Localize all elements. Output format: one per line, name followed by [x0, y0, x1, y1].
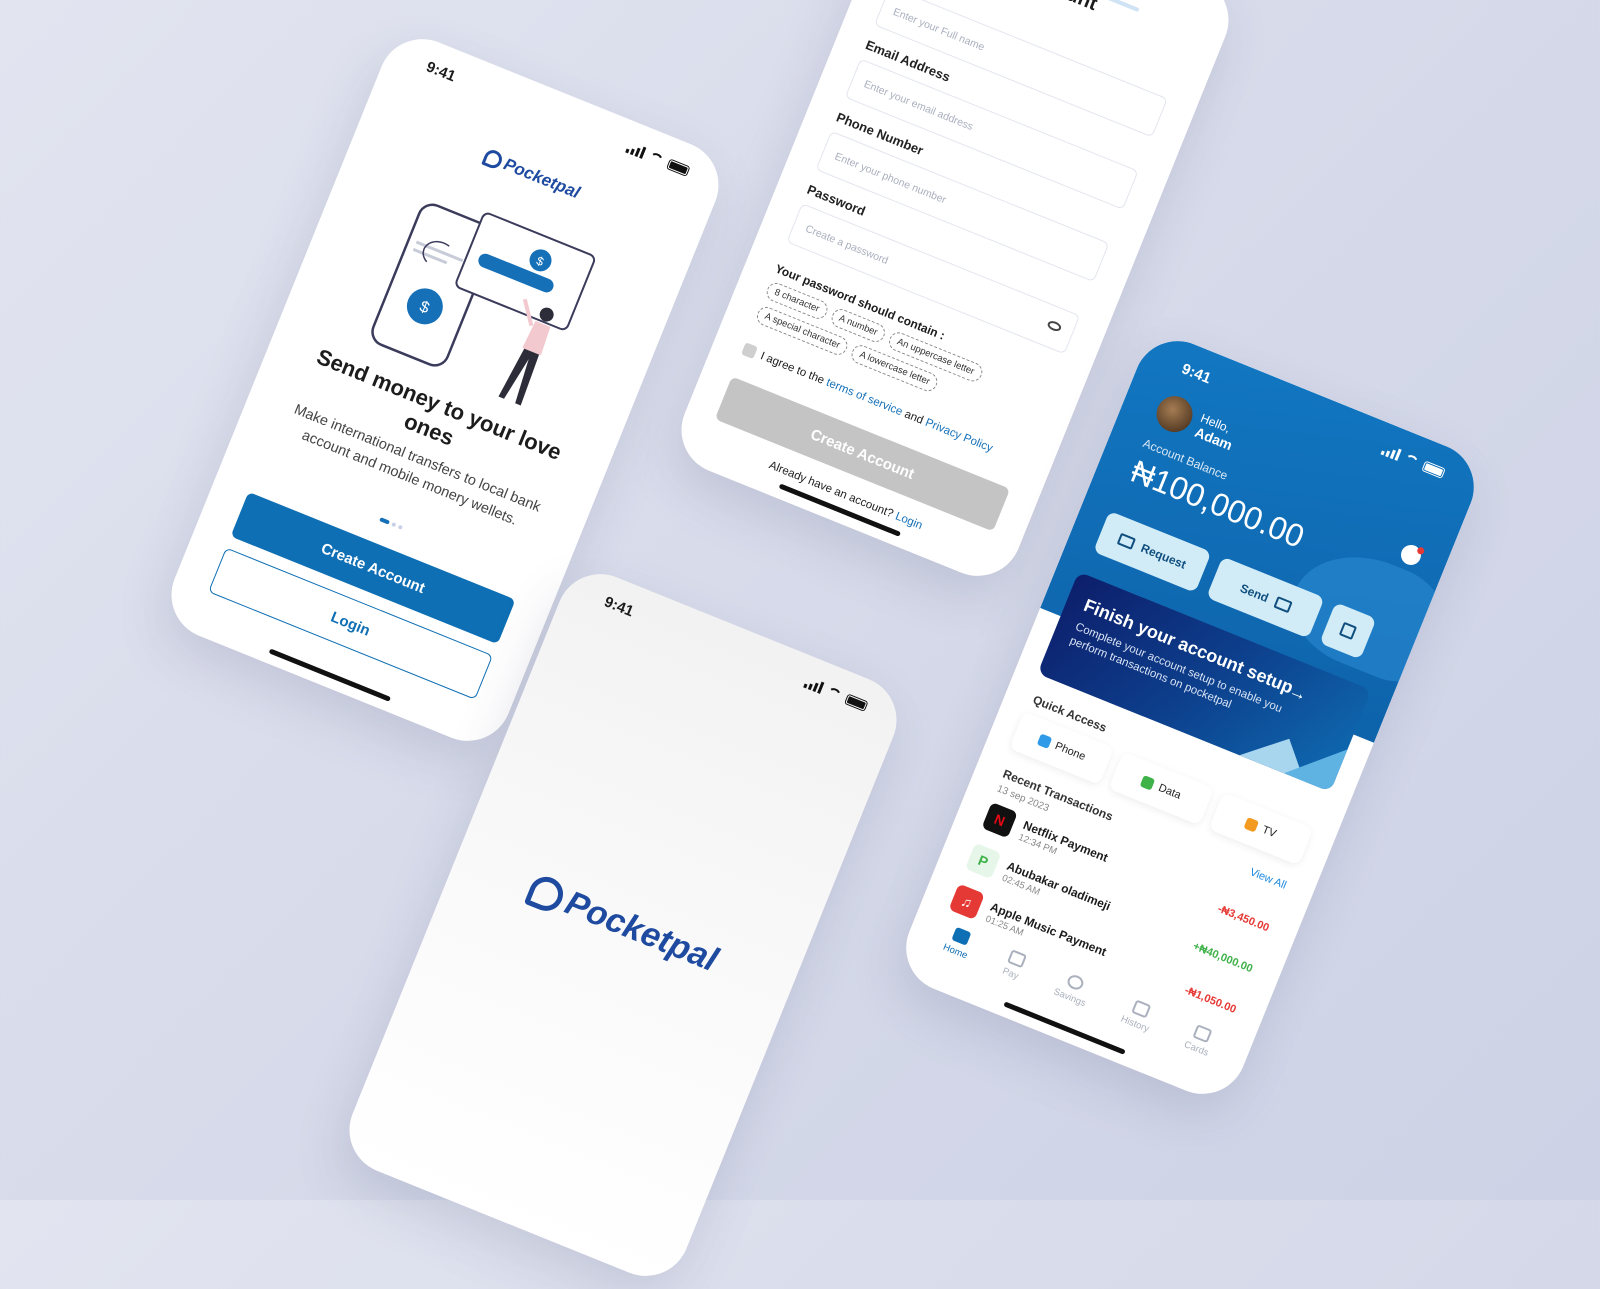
agree-prefix: I agree to the [758, 349, 827, 387]
and-text: and [902, 407, 926, 427]
send-card-icon [1273, 595, 1293, 614]
terms-link[interactable]: terms of service [825, 376, 905, 418]
eye-icon[interactable] [1046, 319, 1063, 333]
home-icon [951, 926, 972, 946]
tab-cards[interactable]: Cards [1175, 1022, 1216, 1076]
quick-access-label-tv: TV [1260, 823, 1278, 841]
quick-access-label-data: Data [1156, 781, 1183, 802]
request-card-icon [1116, 532, 1137, 551]
status-icons [803, 676, 869, 712]
splash-logo: Pocketpal [449, 839, 797, 1010]
battery-icon [844, 693, 869, 712]
login-link[interactable]: Login [893, 510, 924, 532]
pocketpal-mark-icon [481, 147, 506, 172]
signal-icon [625, 141, 647, 159]
status-time: 9:41 [423, 58, 459, 86]
history-document-icon [1131, 999, 1152, 1019]
apple-music-icon: ♫ [948, 883, 985, 920]
wifi-icon [1403, 452, 1420, 468]
tab-pay[interactable]: Pay [994, 949, 1027, 1000]
tab-history[interactable]: History [1112, 997, 1157, 1053]
brand-name: Pocketpal [501, 154, 583, 203]
send-label: Send [1238, 581, 1271, 606]
transaction-amount: -₦3,450.00 [1215, 902, 1271, 935]
pocketpal-mark-icon [524, 871, 569, 916]
password-placeholder: Create a password [803, 222, 890, 267]
wifi-icon [825, 685, 843, 701]
view-all-link[interactable]: View All [1248, 866, 1288, 891]
tv-icon [1243, 817, 1260, 833]
splash-brand-name: Pocketpal [559, 883, 724, 980]
request-label: Request [1138, 540, 1189, 572]
signal-icon [803, 676, 825, 694]
wifi-data-icon [1139, 775, 1156, 791]
status-icons [625, 141, 691, 177]
transaction-amount: -₦1,050.00 [1182, 984, 1238, 1016]
privacy-link[interactable]: Privacy Policy [924, 416, 995, 454]
savings-target-icon [1065, 973, 1086, 992]
wifi-icon [647, 150, 665, 166]
send-plane-icon [1006, 949, 1027, 969]
grid-icon [1338, 621, 1358, 640]
transaction-amount: +₦40,000.00 [1191, 940, 1255, 976]
card-icon [1192, 1024, 1213, 1044]
status-time: 9:41 [601, 593, 637, 621]
page-indicator [379, 517, 403, 530]
phone-icon [1036, 733, 1053, 749]
status-bar: 9:41 [561, 578, 903, 733]
tab-label: Pay [1000, 965, 1021, 983]
tab-home[interactable]: Home [934, 925, 975, 979]
quick-access-label-phone: Phone [1053, 740, 1088, 764]
tab-label: Savings [1051, 986, 1088, 1010]
signal-icon [1380, 443, 1402, 461]
battery-icon [666, 158, 691, 177]
netflix-icon: N [981, 801, 1018, 839]
terms-checkbox[interactable] [741, 342, 758, 360]
tab-savings[interactable]: Savings [1045, 970, 1094, 1027]
contact-icon: P [964, 842, 1002, 880]
